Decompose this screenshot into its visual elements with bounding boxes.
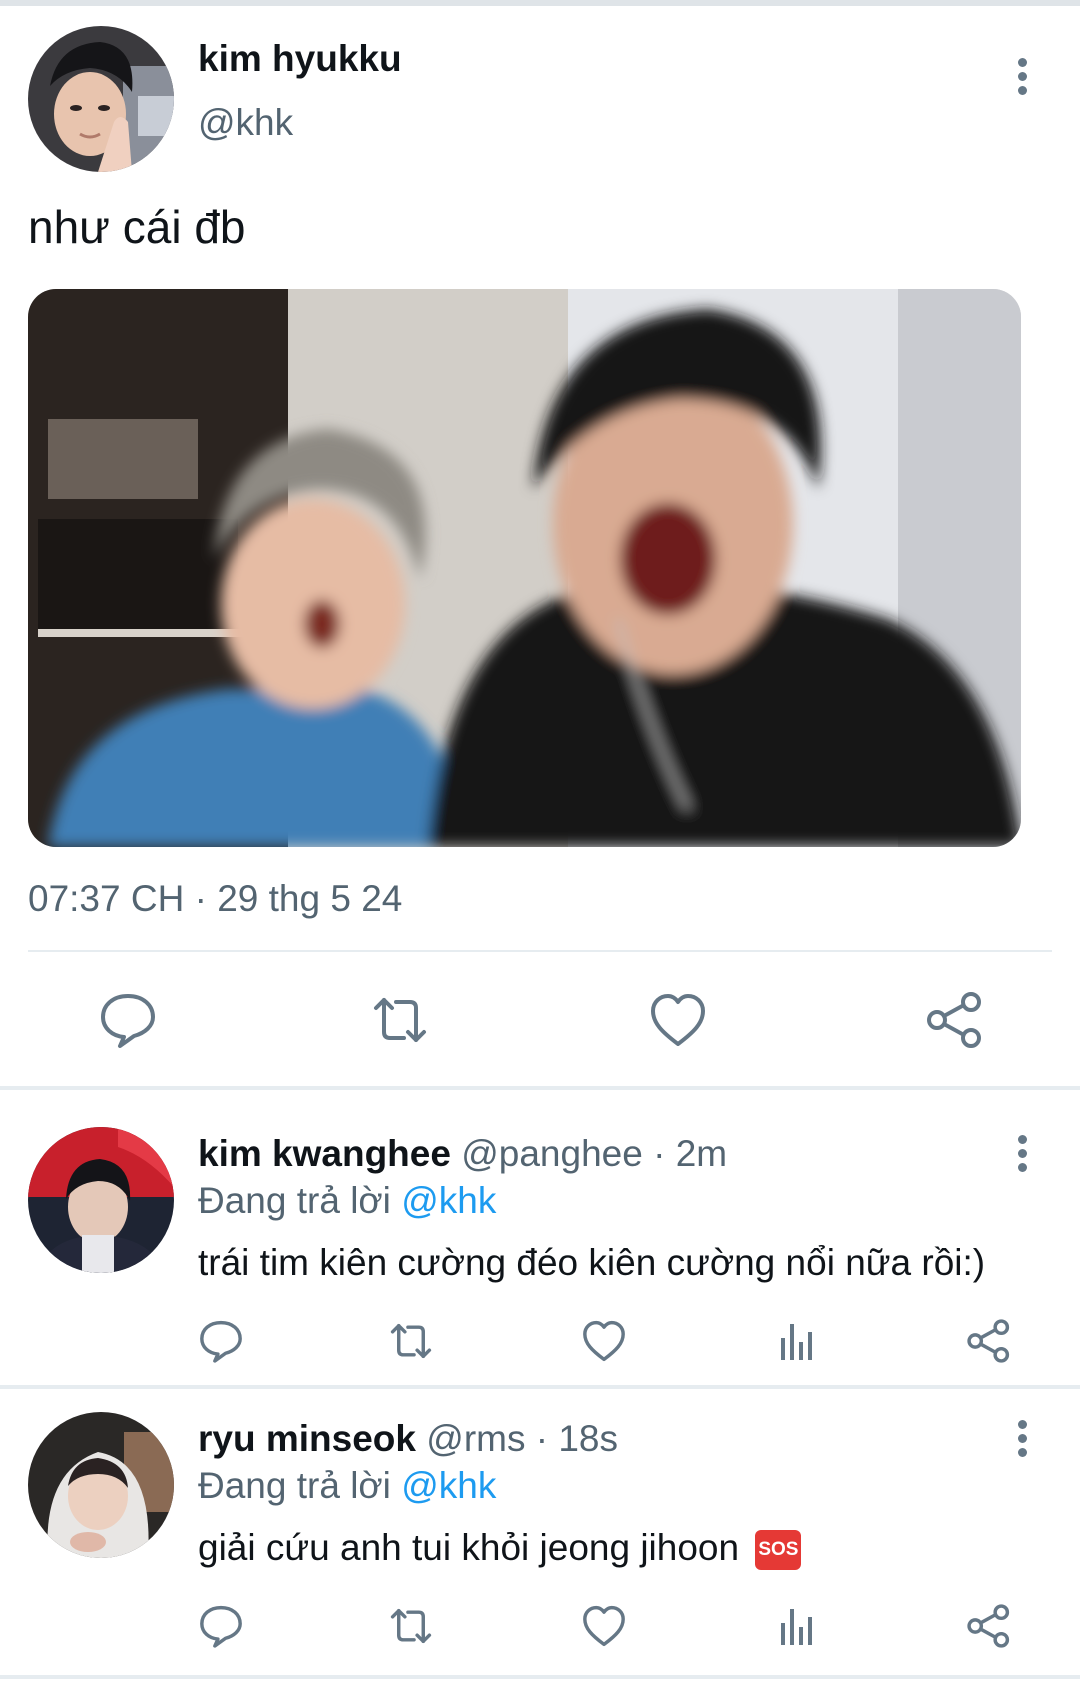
analytics-icon[interactable] <box>775 1603 821 1649</box>
reply-author-name[interactable]: ryu minseok <box>198 1418 416 1459</box>
like-icon[interactable] <box>581 1318 627 1364</box>
like-icon[interactable] <box>648 990 708 1050</box>
reply-avatar[interactable] <box>28 1412 174 1558</box>
reply-divider <box>0 1385 1080 1389</box>
reply-header: ryu minseok @rms · 18s <box>198 1418 618 1460</box>
top-divider <box>0 0 1080 6</box>
reply-time: · 2m <box>653 1133 728 1174</box>
reply-icon[interactable] <box>198 1318 244 1364</box>
tweet-text: như cái đb <box>28 201 246 253</box>
author-handle[interactable]: @khk <box>198 102 293 144</box>
replying-to: Đang trả lời @khk <box>198 1465 496 1507</box>
reply-avatar[interactable] <box>28 1127 174 1273</box>
reply-author-handle[interactable]: @panghee <box>461 1133 643 1174</box>
more-icon[interactable] <box>1016 1135 1028 1175</box>
tweet-timestamp: 07:37 CH · 29 thg 5 24 <box>28 878 403 919</box>
more-icon[interactable] <box>1016 58 1028 98</box>
analytics-icon[interactable] <box>775 1318 821 1364</box>
replying-prefix: Đang trả lời <box>198 1180 391 1221</box>
reply-icon[interactable] <box>198 1603 244 1649</box>
author-name[interactable]: kim hyukku <box>198 38 402 80</box>
reply-icon[interactable] <box>98 990 158 1050</box>
mention-link[interactable]: @khk <box>401 1465 496 1506</box>
reply-author-handle[interactable]: @rms <box>426 1418 525 1459</box>
share-icon[interactable] <box>966 1318 1012 1364</box>
mention-link[interactable]: @khk <box>401 1180 496 1221</box>
retweet-icon[interactable] <box>370 990 430 1050</box>
more-icon[interactable] <box>1016 1420 1028 1460</box>
retweet-icon[interactable] <box>388 1318 434 1364</box>
tweet-media-image[interactable] <box>28 289 1021 847</box>
sos-emoji: SOS <box>755 1530 802 1571</box>
author-avatar[interactable] <box>28 26 174 172</box>
reply-text: giải cứu anh tui khỏi jeong jihoon <box>198 1527 740 1568</box>
reply-text: trái tim kiên cường đéo kiên cường nổi n… <box>198 1242 986 1283</box>
reply-time: · 18s <box>535 1418 619 1459</box>
retweet-icon[interactable] <box>388 1603 434 1649</box>
reply-header: kim kwanghee @panghee · 2m <box>198 1133 727 1175</box>
reply-author-name[interactable]: kim kwanghee <box>198 1133 451 1174</box>
share-icon[interactable] <box>966 1603 1012 1649</box>
replying-prefix: Đang trả lời <box>198 1465 391 1506</box>
like-icon[interactable] <box>581 1603 627 1649</box>
replying-to: Đang trả lời @khk <box>198 1180 496 1222</box>
reply-text-container: giải cứu anh tui khỏi jeong jihoon SOS <box>198 1527 802 1571</box>
section-divider <box>0 1086 1080 1090</box>
share-icon[interactable] <box>925 990 985 1050</box>
divider <box>28 950 1052 952</box>
bottom-divider <box>0 1675 1080 1679</box>
